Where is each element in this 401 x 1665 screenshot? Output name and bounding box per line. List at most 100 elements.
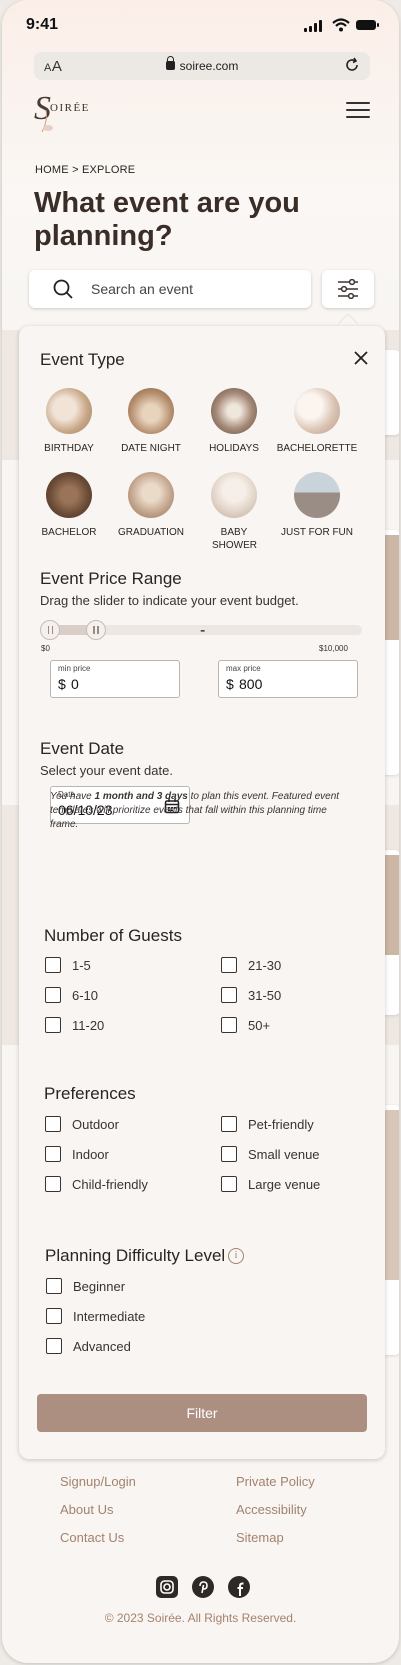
checkbox[interactable] [46,1308,62,1324]
event-type-just-for-fun[interactable]: JUST FOR FUN [272,472,362,539]
checkbox-label: Beginner [73,1278,126,1294]
footer-link-about[interactable]: About Us [60,1502,113,1517]
max-price-input[interactable] [239,675,339,693]
checkbox[interactable] [45,1116,61,1132]
reload-icon[interactable] [344,57,360,73]
guests-option-31-50[interactable]: 31-50 [221,987,281,1003]
preferences-heading: Preferences [44,1084,136,1103]
search-bar[interactable] [29,270,311,308]
difficulty-advanced[interactable]: Advanced [46,1338,131,1354]
footer-link-contact[interactable]: Contact Us [60,1530,124,1545]
event-type-baby-shower[interactable]: BABY SHOWER [189,472,279,552]
event-type-bachelor[interactable]: BACHELOR [24,472,114,539]
checkbox[interactable] [45,957,61,973]
checkbox[interactable] [45,1017,61,1033]
checkbox[interactable] [221,987,237,1003]
footer-link-accessibility[interactable]: Accessibility [236,1502,307,1517]
checkbox[interactable] [221,1017,237,1033]
checkbox-label: Pet-friendly [248,1116,314,1132]
event-date-heading: Event Date [40,739,125,758]
event-type-date-night[interactable]: DATE NIGHT [106,388,196,455]
event-type-label: BIRTHDAY [44,443,94,454]
breadcrumb-current[interactable]: EXPLORE [82,164,135,176]
preference-large-venue[interactable]: Large venue [221,1176,320,1192]
close-icon[interactable] [353,350,369,366]
checkbox[interactable] [46,1338,62,1354]
guests-option-6-10[interactable]: 6-10 [45,987,98,1003]
checkbox-label: Small venue [248,1146,320,1162]
url-text: soiree.com [179,59,239,73]
difficulty-intermediate[interactable]: Intermediate [46,1308,145,1324]
facebook-icon[interactable] [228,1576,250,1598]
checkbox-label: 11-20 [72,1017,105,1033]
event-type-birthday[interactable]: BIRTHDAY [24,388,114,455]
checkbox[interactable] [221,1116,237,1132]
difficulty-beginner[interactable]: Beginner [46,1278,125,1294]
note-prefix: You have [50,791,95,802]
currency-symbol: $ [226,676,234,692]
birthday-photo [46,388,92,434]
background-card-image [385,535,399,640]
checkbox-label: Advanced [73,1338,131,1354]
checkbox[interactable] [45,1146,61,1162]
pinterest-icon[interactable] [192,1576,214,1598]
checkbox[interactable] [221,957,237,973]
page-title: What event are you planning? [34,187,300,252]
event-type-holidays[interactable]: HOLIDAYS [189,388,279,455]
info-icon[interactable]: i [228,1248,244,1264]
preference-indoor[interactable]: Indoor [45,1146,109,1162]
max-price-label: max price [226,664,261,673]
price-slider-min-handle[interactable] [40,620,60,640]
lock-icon [165,56,175,70]
guests-option-11-20[interactable]: 11-20 [45,1017,104,1033]
checkbox-label: Indoor [72,1146,109,1162]
breadcrumb-home[interactable]: HOME [35,164,69,176]
baby-shower-photo [211,472,257,518]
footer-link-sitemap[interactable]: Sitemap [236,1530,284,1545]
instagram-icon[interactable] [156,1576,178,1598]
background-card-image [385,1110,399,1280]
guests-option-21-30[interactable]: 21-30 [221,957,281,973]
checkbox[interactable] [45,1176,61,1192]
soiree-logo[interactable]: S OIRÉE [32,90,102,138]
holidays-photo [211,388,257,434]
search-input[interactable] [91,278,291,300]
checkbox[interactable] [46,1278,62,1294]
guests-option-50-plus[interactable]: 50+ [221,1017,270,1033]
price-slider-max-handle[interactable] [85,620,106,640]
preference-child-friendly[interactable]: Child-friendly [45,1176,148,1192]
guests-option-1-5[interactable]: 1-5 [45,957,91,973]
min-price-field[interactable]: min price $ [50,660,180,698]
filter-submit-button[interactable]: Filter [37,1394,367,1432]
bachelor-photo [46,472,92,518]
graduation-photo [128,472,174,518]
planning-time-note: You have 1 month and 3 days to plan this… [50,790,340,832]
checkbox-label: 50+ [248,1017,271,1033]
footer-link-signup[interactable]: Signup/Login [60,1474,136,1489]
preference-small-venue[interactable]: Small venue [221,1146,320,1162]
event-type-label: JUST FOR FUN [280,527,354,538]
event-type-graduation[interactable]: GRADUATION [106,472,196,539]
just-for-fun-photo [294,472,340,518]
price-min-tick: $0 [41,644,50,653]
min-price-input[interactable] [71,675,171,693]
checkbox[interactable] [221,1146,237,1162]
url-display[interactable]: soiree.com [34,56,370,73]
preference-outdoor[interactable]: Outdoor [45,1116,119,1132]
status-time: 9:41 [26,16,59,33]
footer-link-privacy[interactable]: Private Policy [236,1474,315,1489]
search-icon [53,279,73,299]
filter-toggle-button[interactable] [322,270,374,308]
checkbox-label: 31-50 [248,987,282,1003]
filter-panel: Event Type BIRTHDAY DATE NIGHT HOLIDAYS … [19,326,385,1459]
logo-flower-icon [41,109,53,133]
event-type-label: HOLIDAYS [209,443,259,454]
max-price-field[interactable]: max price $ [218,660,358,698]
price-max-tick: $10,000 [319,644,348,653]
browser-url-bar[interactable]: AA soiree.com [34,52,370,80]
event-type-bachelorette[interactable]: BACHELORETTE [272,388,362,455]
checkbox[interactable] [221,1176,237,1192]
checkbox[interactable] [45,987,61,1003]
preference-pet-friendly[interactable]: Pet-friendly [221,1116,314,1132]
hamburger-menu-icon[interactable] [346,102,370,120]
